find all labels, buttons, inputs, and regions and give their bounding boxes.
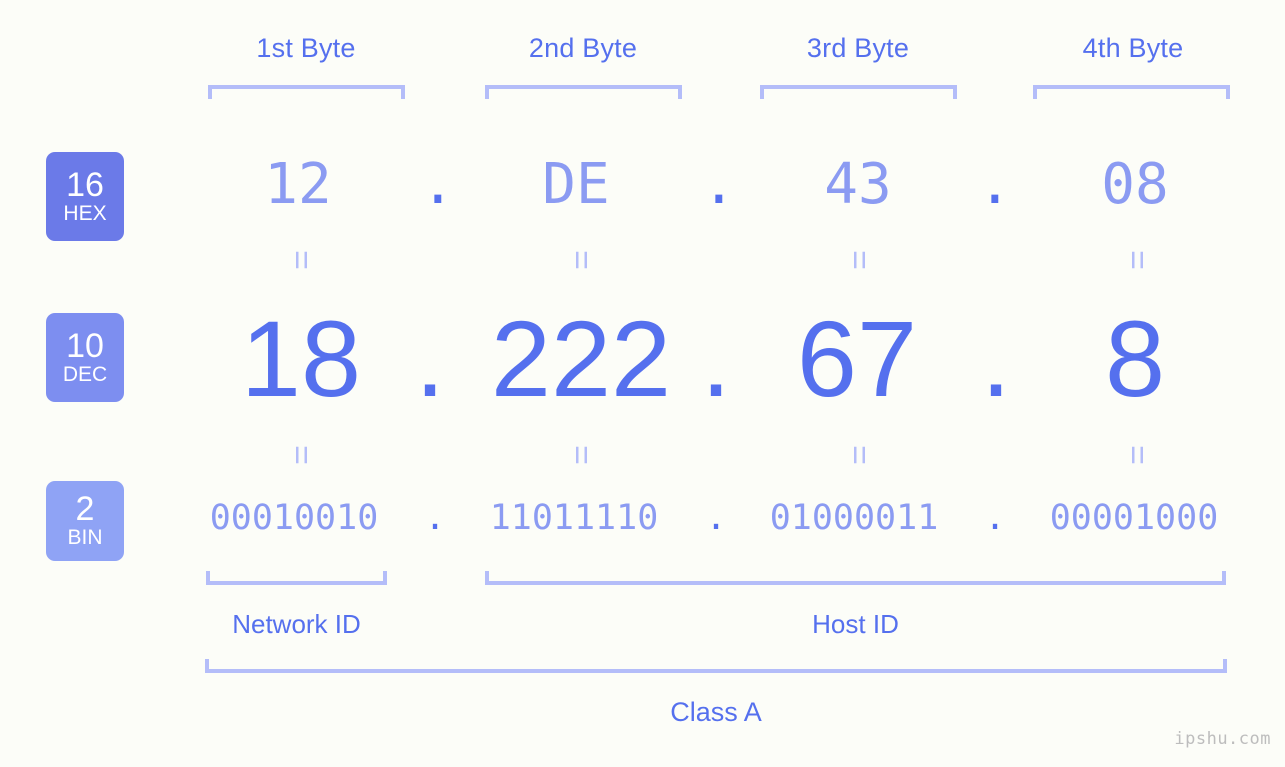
byte-header-2: 2nd Byte	[528, 33, 638, 63]
network-id-label: Network ID	[232, 609, 361, 639]
byte-header-4: 4th Byte	[1082, 33, 1184, 63]
dec-octet-1: 18	[240, 298, 362, 419]
bin-separator-3: .	[984, 498, 1006, 538]
hex-octet-1: 12	[264, 152, 332, 217]
dec-separator-2: .	[700, 298, 731, 419]
network-id-bracket	[206, 571, 387, 585]
byte-header-1: 1st Byte	[256, 33, 356, 63]
byte-bracket-4	[1033, 85, 1230, 99]
dec-separator-3: .	[980, 298, 1011, 419]
equals-mark-dec-bin-2: =	[562, 445, 600, 465]
class-bracket	[205, 659, 1227, 673]
equals-mark-hex-dec-2: =	[562, 250, 600, 270]
base-badge-hex: 16 HEX	[46, 152, 124, 241]
base-badge-bin-name: BIN	[67, 526, 103, 549]
bin-octet-1: 00010010	[209, 498, 379, 538]
host-id-label: Host ID	[812, 609, 899, 639]
bin-octet-4: 00001000	[1049, 498, 1219, 538]
byte-bracket-2	[485, 85, 682, 99]
bin-separator-1: .	[424, 498, 446, 538]
base-badge-dec-name: DEC	[62, 362, 108, 386]
byte-bracket-3	[760, 85, 957, 99]
ip-address-breakdown-diagram: 1st Byte 2nd Byte 3rd Byte 4th Byte 16 H…	[0, 0, 1285, 767]
class-label: Class A	[670, 697, 762, 727]
hex-separator-1: .	[421, 152, 455, 217]
byte-bracket-1	[208, 85, 405, 99]
host-id-bracket	[485, 571, 1226, 585]
equals-mark-hex-dec-1: =	[282, 250, 320, 270]
dec-octet-4: 8	[1104, 298, 1166, 419]
equals-mark-dec-bin-3: =	[840, 445, 878, 465]
base-badge-hex-number: 16	[66, 165, 104, 204]
equals-mark-dec-bin-1: =	[282, 445, 320, 465]
base-badge-bin: 2 BIN	[46, 481, 124, 561]
bin-separator-2: .	[705, 498, 727, 538]
base-badge-hex-name: HEX	[63, 201, 107, 225]
equals-mark-dec-bin-4: =	[1118, 445, 1156, 465]
base-badge-bin-number: 2	[75, 490, 95, 528]
dec-octet-2: 222	[490, 298, 672, 419]
equals-mark-hex-dec-3: =	[840, 250, 878, 270]
equals-mark-hex-dec-4: =	[1118, 250, 1156, 270]
byte-header-3: 3rd Byte	[806, 33, 910, 63]
bin-octet-3: 01000011	[769, 498, 939, 538]
site-watermark: ipshu.com	[1174, 729, 1271, 749]
base-badge-dec-number: 10	[66, 326, 104, 365]
dec-separator-1: .	[414, 298, 445, 419]
base-badge-dec: 10 DEC	[46, 313, 124, 402]
hex-octet-4: 08	[1101, 152, 1169, 217]
bin-octet-2: 11011110	[489, 498, 659, 538]
hex-octet-3: 43	[824, 152, 892, 217]
hex-octet-2: DE	[542, 152, 610, 217]
hex-separator-2: .	[702, 152, 736, 217]
dec-octet-3: 67	[796, 298, 918, 419]
hex-separator-3: .	[978, 152, 1012, 217]
